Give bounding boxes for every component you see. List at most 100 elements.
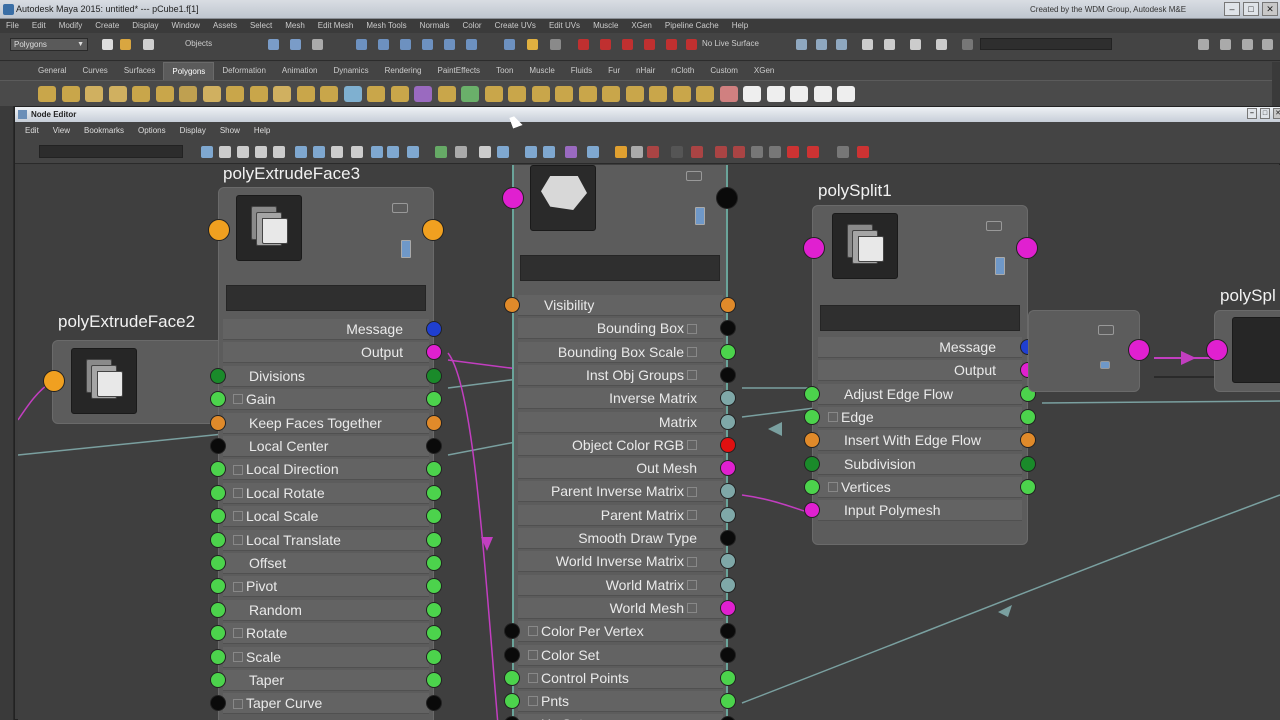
attribute-row[interactable]: Output	[223, 342, 429, 364]
menu-item-modify[interactable]: Modify	[59, 19, 83, 33]
ne-menu-options[interactable]: Options	[138, 122, 166, 140]
attribute-row[interactable]: Vertices	[818, 476, 1022, 498]
shelf-tool-icon[interactable]	[226, 86, 244, 102]
expand-icon[interactable]	[687, 603, 697, 614]
attribute-row[interactable]: Bounding Box Scale	[518, 341, 723, 363]
expand-icon[interactable]	[687, 509, 697, 520]
attribute-row[interactable]: Inst Obj Groups	[518, 364, 723, 386]
minimize-button[interactable]: –	[1224, 2, 1240, 16]
shelf-tool-icon[interactable]	[132, 86, 150, 102]
ne-menu-display[interactable]: Display	[180, 122, 206, 140]
shelf-tool-icon[interactable]	[296, 86, 315, 102]
select-component-icon[interactable]	[312, 39, 323, 50]
shelf-tab-rendering[interactable]: Rendering	[377, 62, 430, 80]
attribute-toggle-icon[interactable]	[1098, 325, 1114, 335]
node-editor-tool-icon[interactable]	[691, 146, 703, 158]
expand-icon[interactable]	[233, 488, 243, 499]
maximize-button[interactable]: □	[1243, 2, 1259, 16]
menu-item-muscle[interactable]: Muscle	[593, 19, 618, 33]
output-port[interactable]	[720, 506, 736, 523]
node-editor-titlebar[interactable]: Node Editor – □ ✕	[15, 107, 1280, 122]
name-field-dropdown-icon[interactable]	[962, 39, 973, 50]
input-port[interactable]	[210, 438, 226, 454]
node-editor-tool-icon[interactable]	[787, 146, 799, 158]
node-editor-tool-icon[interactable]	[455, 146, 467, 158]
output-port[interactable]	[426, 648, 442, 665]
attribute-row[interactable]: Local Scale	[223, 506, 429, 528]
snap-curve-icon[interactable]	[378, 39, 389, 50]
modeling-toolkit-icon[interactable]	[936, 39, 947, 50]
shelf-tab-curves[interactable]: Curves	[74, 62, 115, 80]
tool-settings-icon[interactable]	[884, 39, 895, 50]
node-editor-tool-icon[interactable]	[219, 146, 231, 158]
ne-close-button[interactable]: ✕	[1273, 108, 1280, 119]
shelf-tool-icon[interactable]	[625, 86, 644, 102]
output-port[interactable]	[720, 576, 736, 593]
close-button[interactable]: ✕	[1262, 2, 1278, 16]
output-port[interactable]	[1020, 408, 1036, 425]
input-port[interactable]	[804, 385, 820, 402]
expand-icon[interactable]	[687, 323, 697, 334]
attribute-row[interactable]: Insert With Edge Flow	[818, 430, 1022, 452]
view-mode-icon[interactable]	[995, 257, 1005, 275]
snap-live-icon[interactable]	[466, 39, 477, 50]
input-port[interactable]	[210, 601, 226, 618]
node-editor-tool-icon[interactable]	[351, 146, 363, 158]
view-mode-icon[interactable]	[695, 207, 705, 225]
node-editor-tool-icon[interactable]	[647, 146, 659, 158]
attribute-row[interactable]: Taper Curve	[223, 693, 429, 715]
input-port[interactable]	[804, 502, 820, 519]
input-port[interactable]	[210, 484, 226, 501]
shelf-tool-icon[interactable]	[555, 86, 573, 102]
input-port[interactable]	[502, 187, 524, 209]
view-mode-icon[interactable]	[1100, 361, 1110, 369]
ne-menu-edit[interactable]: Edit	[25, 122, 39, 140]
quick-rename-field[interactable]	[980, 38, 1112, 50]
output-port[interactable]	[426, 601, 442, 618]
shelf-tool-icon[interactable]	[108, 86, 127, 102]
outliner-icon[interactable]	[816, 39, 827, 50]
attribute-row[interactable]: Uv Set	[518, 714, 723, 720]
view-mode-icon[interactable]	[401, 240, 411, 258]
attribute-editor-icon[interactable]	[836, 39, 847, 50]
node-editor-tool-icon[interactable]	[751, 146, 763, 158]
node-name-field[interactable]	[520, 255, 720, 281]
attribute-row[interactable]: Color Set	[518, 644, 723, 666]
hypershade-icon[interactable]	[644, 39, 655, 50]
node-editor-tool-icon[interactable]	[273, 146, 285, 158]
expand-icon[interactable]	[828, 482, 838, 493]
node-editor-tool-icon[interactable]	[543, 146, 555, 158]
menu-item-edit[interactable]: Edit	[32, 19, 46, 33]
node-editor-tool-icon[interactable]	[565, 146, 577, 158]
shelf-tool-icon[interactable]	[813, 86, 832, 102]
shelf-tool-icon[interactable]	[461, 86, 479, 102]
ne-menu-view[interactable]: View	[53, 122, 70, 140]
output-port[interactable]	[426, 321, 442, 337]
node-editor-tool-icon[interactable]	[837, 146, 849, 158]
input-port[interactable]	[208, 219, 230, 241]
mode-selector[interactable]: Polygons ▼	[10, 38, 88, 51]
render-settings-icon[interactable]	[622, 39, 633, 50]
attribute-row[interactable]: Divisions	[223, 365, 429, 387]
expand-icon[interactable]	[687, 556, 697, 567]
objects-label[interactable]: Objects	[185, 39, 212, 48]
shelf-tool-icon[interactable]	[273, 86, 291, 102]
node-editor-tool-icon[interactable]	[371, 146, 383, 158]
shelf-tool-icon[interactable]	[85, 86, 103, 102]
expand-icon[interactable]	[233, 628, 243, 639]
shelf-tab-fur[interactable]: Fur	[600, 62, 628, 80]
node-editor-tool-icon[interactable]	[237, 146, 249, 158]
input-port[interactable]	[210, 531, 226, 548]
node-editor-tool-icon[interactable]	[769, 146, 781, 158]
attribute-row[interactable]: World Mesh	[518, 597, 723, 619]
attribute-row[interactable]: Local Rotate	[223, 482, 429, 504]
shelf-tab-animation[interactable]: Animation	[274, 62, 326, 80]
shelf-tool-icon[interactable]	[179, 86, 197, 102]
attribute-row[interactable]: World Inverse Matrix	[518, 551, 723, 573]
expand-icon[interactable]	[687, 346, 697, 357]
menu-item-mesh-tools[interactable]: Mesh Tools	[366, 19, 406, 33]
ne-maximize-button[interactable]: □	[1260, 108, 1270, 119]
expand-icon[interactable]	[687, 440, 697, 451]
shelf-tool-icon[interactable]	[602, 86, 620, 102]
shelf-tab-dynamics[interactable]: Dynamics	[325, 62, 376, 80]
